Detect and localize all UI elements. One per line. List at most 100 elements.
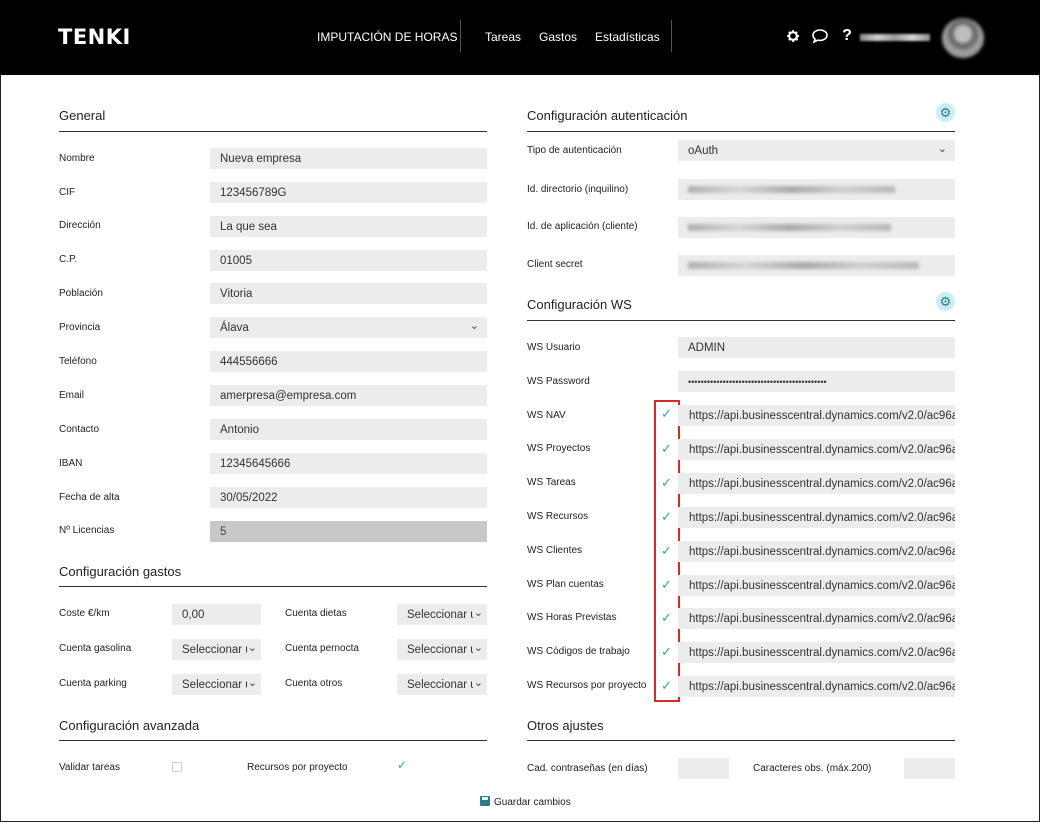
ws-proyectos-field[interactable]: https://api.businesscentral.dynamics.com… <box>678 439 955 460</box>
save-button-label: Guardar cambios <box>494 797 571 808</box>
save-button[interactable]: Guardar cambios <box>480 795 571 808</box>
ws-tareas-label: WS Tareas <box>527 477 576 488</box>
ws-codigos-trabajo-field[interactable]: https://api.businesscentral.dynamics.com… <box>678 642 955 663</box>
auth-section-title: Configuración autenticación <box>527 108 688 123</box>
contacto-label: Contacto <box>59 424 100 435</box>
check-icon: ✓ <box>661 678 672 693</box>
cuenta-parking-label: Cuenta parking <box>59 678 127 689</box>
cuenta-gasolina-value: Seleccionar un <box>182 644 247 656</box>
poblacion-label: Población <box>59 288 103 299</box>
ws-password-field[interactable]: ••••••••••••••••••••••••••••••••••••••••… <box>678 371 955 392</box>
nav-estadisticas[interactable]: Estadísticas <box>595 30 660 44</box>
recursos-proyecto-label: Recursos por proyecto <box>247 762 348 773</box>
top-nav-bar: TENKI IMPUTACIÓN DE HORAS Tareas Gastos … <box>0 0 1040 75</box>
caracteres-obs-label: Caracteres obs. (máx.200) <box>753 763 872 774</box>
contacto-field[interactable]: Antonio <box>210 419 487 440</box>
cad-contrasenas-field[interactable] <box>678 758 729 779</box>
direccion-label: Dirección <box>59 220 101 231</box>
logo[interactable]: TENKI <box>58 25 131 49</box>
ws-settings-gear-icon[interactable]: ⚙ <box>936 292 955 311</box>
cuenta-dietas-label: Cuenta dietas <box>285 608 347 619</box>
ws-recursos-label: WS Recursos <box>527 511 589 522</box>
ws-horas-previstas-field[interactable]: https://api.businesscentral.dynamics.com… <box>678 608 955 629</box>
direccion-field[interactable]: La que sea <box>210 216 487 237</box>
tipo-autenticacion-select[interactable]: oAuth ⌄ <box>678 140 955 161</box>
auth-settings-gear-icon[interactable]: ⚙ <box>936 103 955 122</box>
ws-codigos-trabajo-label: WS Códigos de trabajo <box>527 646 630 657</box>
chevron-down-icon: ⌄ <box>473 607 483 619</box>
check-icon: ✓ <box>661 543 672 558</box>
chevron-down-icon: ⌄ <box>937 143 947 155</box>
cuenta-otros-select[interactable]: Seleccionar un ⌄ <box>397 674 487 695</box>
recursos-proyecto-checkbox[interactable]: ✓ <box>397 758 407 772</box>
gear-icon[interactable] <box>784 26 802 46</box>
ws-nav-field[interactable]: https://api.businesscentral.dynamics.com… <box>678 405 955 426</box>
cad-contrasenas-label: Cad. contraseñas (en días) <box>527 763 648 774</box>
username[interactable] <box>860 34 930 41</box>
cuenta-dietas-select[interactable]: Seleccionar un ⌄ <box>397 604 487 625</box>
divider <box>59 740 487 741</box>
cuenta-otros-value: Seleccionar un <box>407 679 473 691</box>
divider <box>527 131 955 132</box>
fecha-alta-field[interactable]: 30/05/2022 <box>210 487 487 508</box>
ws-usuario-label: WS Usuario <box>527 342 581 353</box>
chevron-down-icon: ⌄ <box>469 320 479 332</box>
caracteres-obs-field[interactable] <box>904 758 955 779</box>
client-secret-field[interactable] <box>678 255 955 276</box>
client-secret-label: Client secret <box>527 259 583 270</box>
cuenta-dietas-value: Seleccionar un <box>407 609 473 621</box>
iban-field[interactable]: 12345645666 <box>210 453 487 474</box>
email-label: Email <box>59 390 85 401</box>
check-icon: ✓ <box>661 509 672 524</box>
email-field[interactable]: amerpresa@empresa.com <box>210 385 487 406</box>
validar-tareas-label: Validar tareas <box>59 762 120 773</box>
ws-recursos-proyecto-field[interactable]: https://api.businesscentral.dynamics.com… <box>678 676 955 697</box>
validar-tareas-checkbox[interactable] <box>172 762 182 772</box>
cp-field[interactable]: 01005 <box>210 250 487 271</box>
check-icon: ✓ <box>661 441 672 456</box>
general-section-title: General <box>59 108 106 123</box>
id-aplicacion-field[interactable] <box>678 217 955 238</box>
ws-clientes-label: WS Clientes <box>527 545 583 556</box>
id-directorio-label: Id. directorio (inquilino) <box>527 184 629 195</box>
chevron-down-icon: ⌄ <box>247 677 257 689</box>
cp-label: C.P. <box>59 254 78 265</box>
fecha-alta-label: Fecha de alta <box>59 492 120 503</box>
provincia-select[interactable]: Álava ⌄ <box>210 317 487 338</box>
nav-gastos[interactable]: Gastos <box>539 30 577 44</box>
licencias-field: 5 <box>210 521 487 542</box>
id-aplicacion-label: Id. de aplicación (cliente) <box>527 221 638 232</box>
poblacion-field[interactable]: Vitoria <box>210 283 487 304</box>
cuenta-pernocta-select[interactable]: Seleccionar un ⌄ <box>397 639 487 660</box>
nav-divider <box>460 20 461 52</box>
telefono-field[interactable]: 444556666 <box>210 351 487 372</box>
coste-km-field[interactable]: 0,00 <box>172 604 261 625</box>
ws-recursos-field[interactable]: https://api.businesscentral.dynamics.com… <box>678 507 955 528</box>
ws-plan-cuentas-label: WS Plan cuentas <box>527 579 604 590</box>
provincia-label: Provincia <box>59 322 101 333</box>
id-directorio-field[interactable] <box>678 179 955 200</box>
cif-label: CIF <box>59 187 76 198</box>
cuenta-gasolina-select[interactable]: Seleccionar un ⌄ <box>172 639 261 660</box>
ws-plan-cuentas-field[interactable]: https://api.businesscentral.dynamics.com… <box>678 575 955 596</box>
cuenta-parking-select[interactable]: Seleccionar un ⌄ <box>172 674 261 695</box>
provincia-value: Álava <box>220 322 249 334</box>
nombre-field[interactable]: Nueva empresa <box>210 148 487 169</box>
floppy-disk-icon <box>480 796 490 806</box>
avatar[interactable] <box>942 18 984 58</box>
ws-proyectos-label: WS Proyectos <box>527 443 591 454</box>
check-icon: ✓ <box>661 577 672 592</box>
nav-imputacion-horas[interactable]: IMPUTACIÓN DE HORAS <box>317 30 457 44</box>
nav-tareas[interactable]: Tareas <box>485 30 521 44</box>
chevron-down-icon: ⌄ <box>473 677 483 689</box>
ws-tareas-field[interactable]: https://api.businesscentral.dynamics.com… <box>678 473 955 494</box>
ws-usuario-field[interactable]: ADMIN <box>678 337 955 358</box>
tipo-autenticacion-value: oAuth <box>688 145 719 157</box>
chat-icon[interactable] <box>811 26 829 46</box>
chevron-down-icon: ⌄ <box>247 642 257 654</box>
ws-password-label: WS Password <box>527 376 590 387</box>
cuenta-parking-value: Seleccionar un <box>182 679 247 691</box>
ws-clientes-field[interactable]: https://api.businesscentral.dynamics.com… <box>678 541 955 562</box>
cif-field[interactable]: 123456789G <box>210 182 487 203</box>
help-icon[interactable]: ? <box>838 26 856 46</box>
